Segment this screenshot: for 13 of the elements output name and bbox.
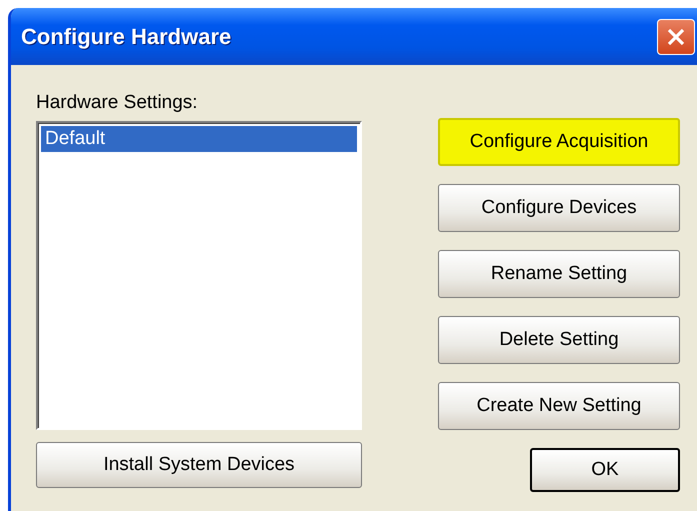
window-title: Configure Hardware (21, 24, 232, 50)
install-button[interactable]: Install System Devices (36, 442, 362, 488)
action-button[interactable]: Configure Acquisition (438, 118, 680, 166)
action-button[interactable]: Rename Setting (438, 250, 680, 298)
list-label: Hardware Settings: (36, 91, 199, 115)
close-button[interactable] (657, 19, 695, 55)
close-icon (667, 28, 685, 46)
action-button[interactable]: Configure Devices (438, 184, 680, 232)
settings-list[interactable]: Default (36, 121, 362, 430)
ok-button[interactable]: OK (530, 448, 680, 492)
action-button[interactable]: Create New Setting (438, 382, 680, 430)
action-button[interactable]: Delete Setting (438, 316, 680, 364)
list-item[interactable]: Default (41, 126, 357, 152)
